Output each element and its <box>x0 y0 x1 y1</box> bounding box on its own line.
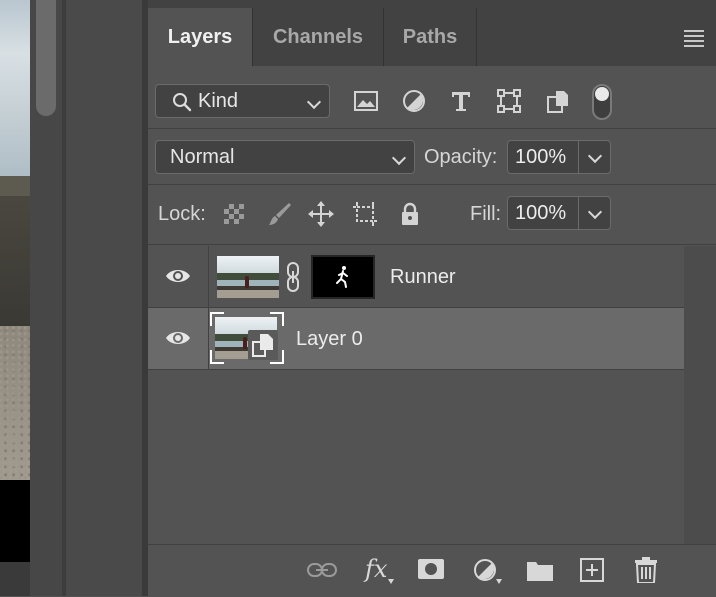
canvas-pasteboard <box>0 562 30 596</box>
layer-thumbnail-selected-frame[interactable] <box>210 312 284 364</box>
chevron-down-icon[interactable] <box>587 148 603 164</box>
shape-filter-icon[interactable] <box>496 88 522 114</box>
tab-paths[interactable]: Paths <box>384 8 477 66</box>
fill-value: 100% <box>515 202 567 224</box>
opacity-value: 100% <box>515 146 567 168</box>
chevron-down-icon <box>306 94 322 110</box>
divider <box>148 184 716 185</box>
canvas-scrollbar-thumb[interactable] <box>36 0 56 116</box>
add-mask-icon[interactable] <box>418 559 444 579</box>
layers-panel-footer: fx <box>148 544 716 597</box>
image-filter-icon[interactable] <box>353 88 379 114</box>
layer-thumbnail[interactable] <box>217 256 279 298</box>
panel-top-edge <box>148 0 716 8</box>
layers-panel: Layers Channels Paths Kind Normal Opacit… <box>148 0 716 597</box>
adjustment-layer-icon[interactable] <box>473 558 497 582</box>
eye-visibility-icon[interactable] <box>165 267 191 285</box>
delete-icon[interactable] <box>635 557 657 583</box>
field-separator <box>578 197 579 229</box>
fill-field[interactable]: 100% <box>507 196 611 230</box>
lock-label: Lock: <box>158 203 206 225</box>
divider <box>148 128 716 129</box>
blend-mode-value: Normal <box>170 146 235 168</box>
fx-menu-triangle-icon <box>388 579 394 584</box>
fx-icon[interactable]: fx <box>365 555 387 583</box>
layer-name[interactable]: Layer 0 <box>296 328 363 351</box>
opacity-field[interactable]: 100% <box>507 140 611 174</box>
canvas-image-sky <box>0 0 30 178</box>
new-layer-icon[interactable] <box>580 558 604 582</box>
lock-position-icon[interactable] <box>308 201 334 227</box>
tab-layers[interactable]: Layers <box>148 8 253 66</box>
lock-transparent-pixels-icon[interactable] <box>221 201 247 227</box>
layer-row-layer-0[interactable]: Layer 0 <box>148 308 684 369</box>
mask-link-icon[interactable] <box>286 262 300 292</box>
opacity-label: Opacity: <box>424 146 498 168</box>
toggle-knob <box>595 87 609 101</box>
tab-channels[interactable]: Channels <box>253 8 384 66</box>
lock-artboard-icon[interactable] <box>352 201 378 227</box>
divider <box>148 244 716 245</box>
eye-visibility-icon[interactable] <box>165 329 191 347</box>
smart-object-badge-icon <box>248 330 278 360</box>
runner-silhouette-icon <box>336 266 348 288</box>
canvas-image-wall <box>0 196 30 326</box>
search-icon <box>173 93 192 112</box>
chevron-down-icon[interactable] <box>587 204 603 220</box>
link-layers-icon[interactable] <box>307 561 337 579</box>
layer-mask-thumbnail[interactable] <box>311 255 375 299</box>
lock-all-icon[interactable] <box>397 201 423 227</box>
visibility-cell[interactable] <box>148 308 209 369</box>
field-separator <box>578 141 579 173</box>
panel-menu-icon[interactable] <box>684 30 704 47</box>
canvas-image-black-area <box>0 480 30 562</box>
layers-list[interactable]: Runner Layer 0 <box>148 246 684 544</box>
adjustment-menu-triangle-icon <box>496 579 502 584</box>
chevron-down-icon <box>391 150 407 166</box>
lock-image-pixels-icon[interactable] <box>267 201 293 227</box>
fill-label: Fill: <box>470 203 502 225</box>
panel-dock-gutter <box>66 0 142 596</box>
document-canvas[interactable] <box>0 0 30 596</box>
filter-kind-label: Kind <box>198 90 239 112</box>
blend-mode-dropdown[interactable]: Normal <box>155 140 415 174</box>
type-filter-icon[interactable] <box>448 88 474 114</box>
visibility-cell[interactable] <box>148 246 209 307</box>
canvas-image-ground <box>0 326 30 480</box>
filter-kind-dropdown[interactable]: Kind <box>155 84 330 118</box>
adjustment-filter-icon[interactable] <box>401 88 427 114</box>
filter-toggle-switch[interactable] <box>592 84 612 120</box>
canvas-image-treeline <box>0 176 30 196</box>
new-group-icon[interactable] <box>527 559 553 581</box>
panel-tab-bar: Layers Channels Paths <box>148 8 716 66</box>
layers-list-scrollbar[interactable] <box>684 246 716 544</box>
divider <box>148 369 684 370</box>
smart-object-filter-icon[interactable] <box>545 88 571 114</box>
layer-name[interactable]: Runner <box>390 266 456 289</box>
layer-row-runner[interactable]: Runner <box>148 246 684 307</box>
